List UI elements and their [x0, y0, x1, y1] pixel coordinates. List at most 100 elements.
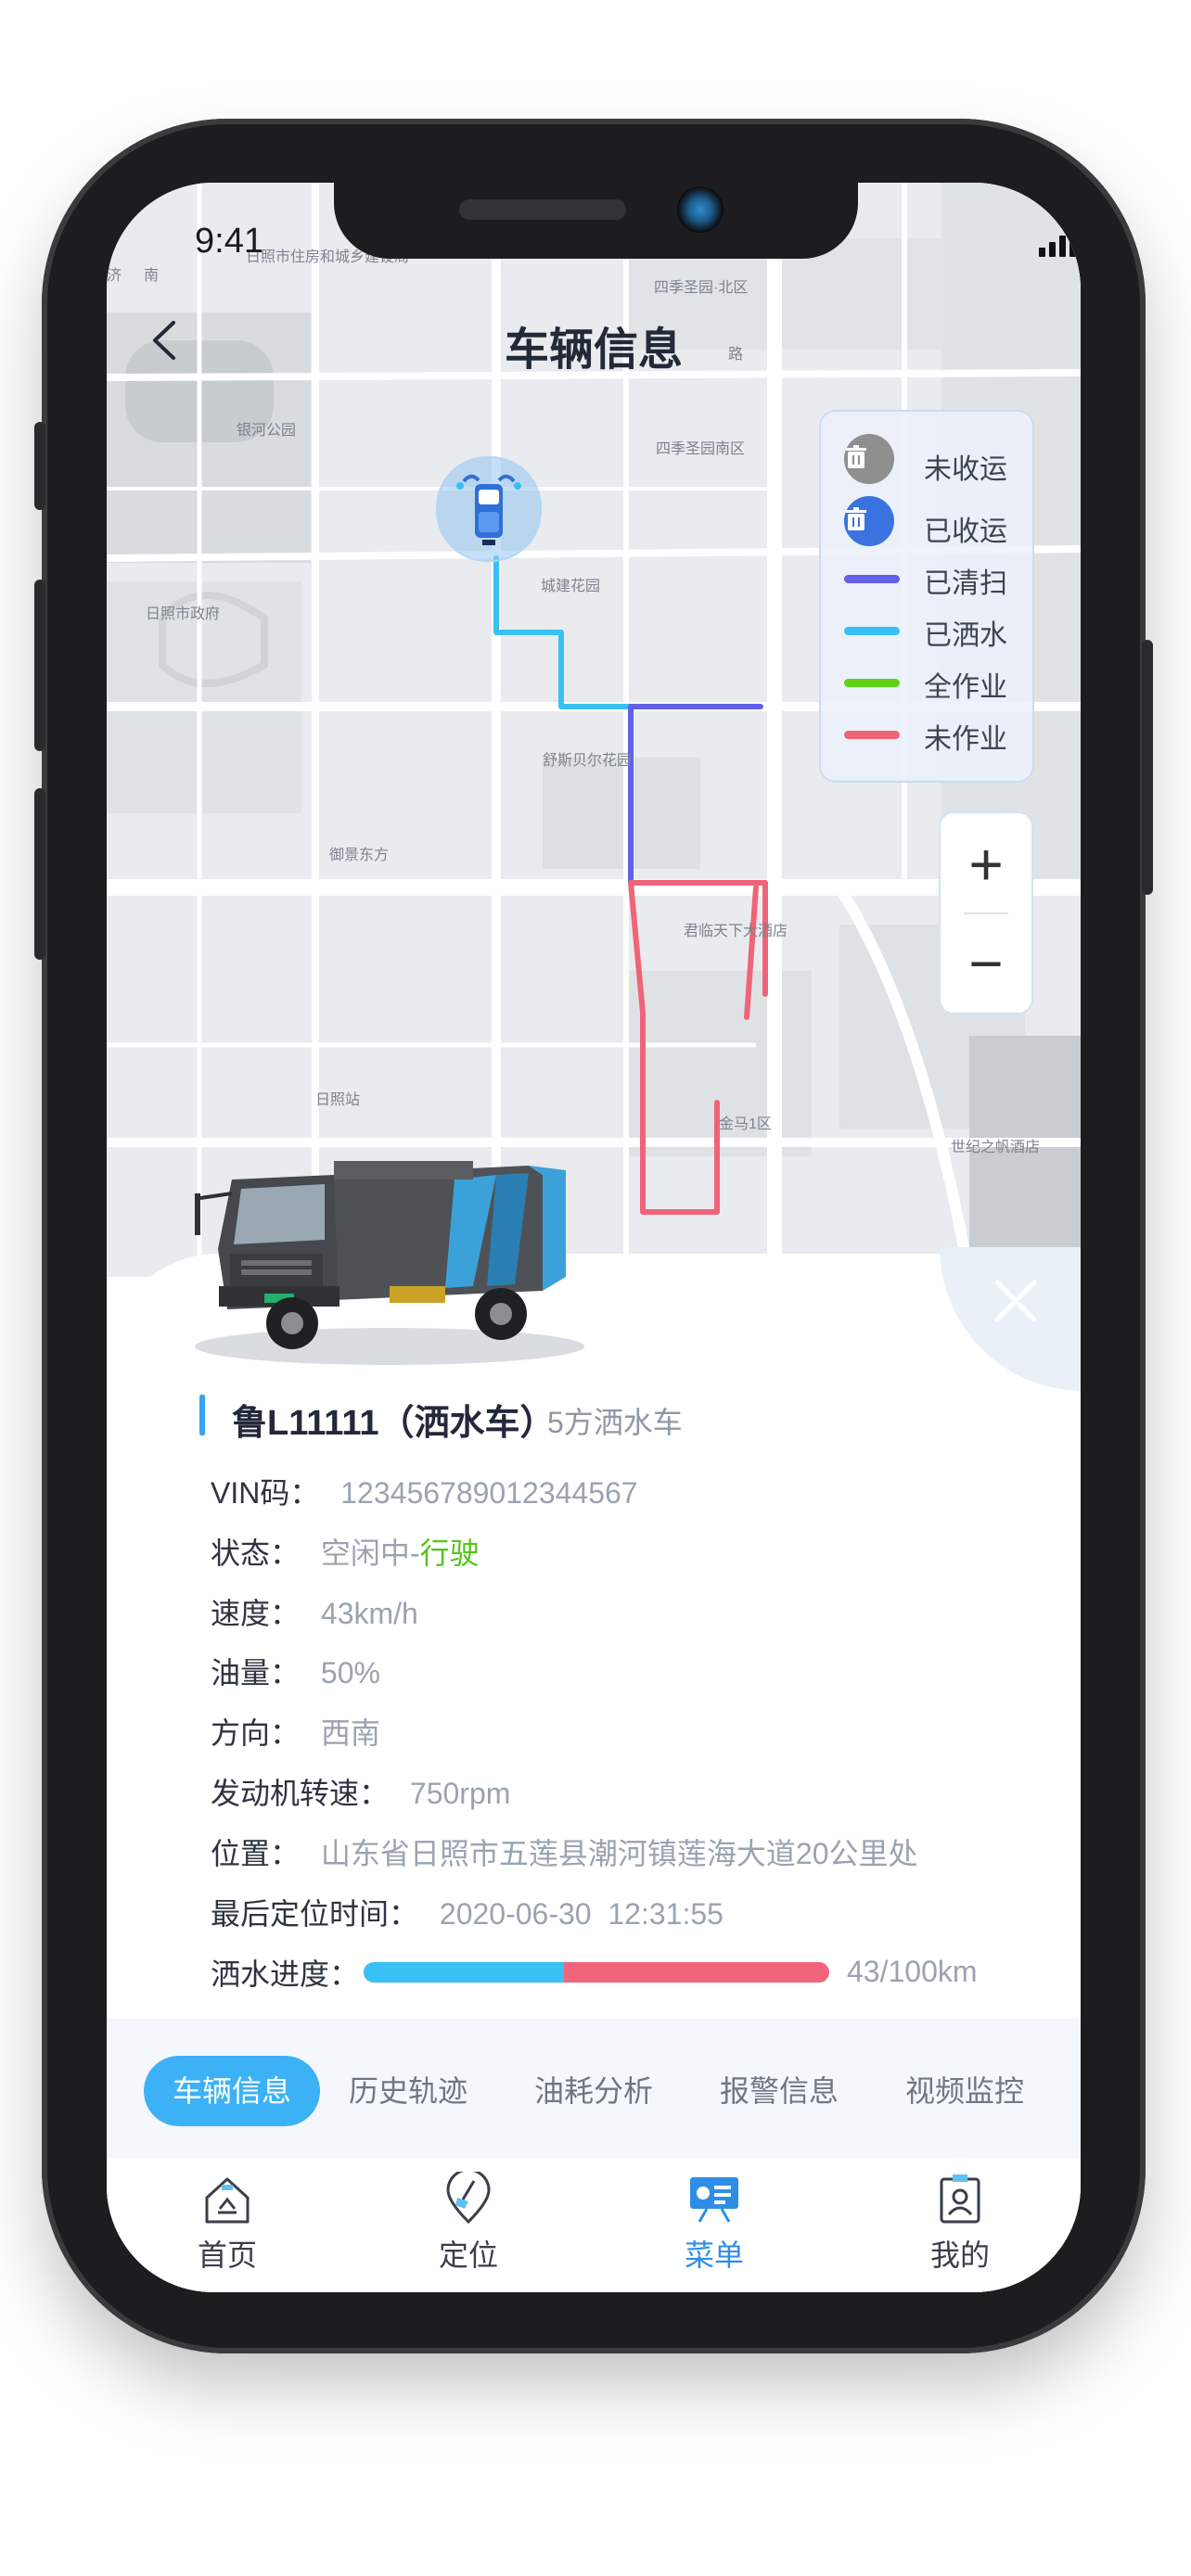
legend-label: 已清扫	[924, 568, 1007, 599]
nav-label: 菜单	[684, 2238, 744, 2272]
rpm-label: 发动机转速：	[211, 1777, 390, 1810]
speed-label: 速度：	[211, 1597, 301, 1630]
legend-swatch	[844, 730, 900, 739]
map-label: 城建花园	[541, 578, 600, 594]
legend-label: 未收运	[924, 454, 1007, 485]
map-label: 世纪之帆酒店	[951, 1139, 1040, 1155]
map-label: 银河公园	[237, 422, 296, 439]
info-row-last-time: 最后定位时间： 2020-06-30 12:31:55	[211, 1891, 724, 1933]
status-highlight: 行驶	[419, 1537, 480, 1570]
nav-label: 首页	[197, 2238, 257, 2272]
last-time-label: 最后定位时间：	[211, 1897, 419, 1931]
info-row-fuel: 油量： 50%	[211, 1650, 380, 1692]
fuel-value: 50%	[320, 1656, 380, 1690]
menu-board-icon	[690, 2177, 738, 2223]
water-progress-fill	[364, 1962, 564, 1983]
legend-swatch	[844, 574, 900, 583]
map-label: 御景东方	[329, 847, 389, 863]
nav-label: 我的	[929, 2238, 990, 2272]
bottom-navigation: 首页 定位 菜单 我的	[107, 2158, 1081, 2292]
mute-switch	[34, 422, 45, 510]
location-label: 位置：	[211, 1837, 301, 1870]
nav-label: 定位	[438, 2238, 498, 2272]
truck-image	[195, 1161, 584, 1365]
legend-label: 未作业	[924, 724, 1007, 755]
title-accent-bar	[199, 1395, 205, 1435]
trash-bin-icon	[844, 496, 894, 546]
power-button	[1142, 640, 1153, 895]
legend-item-collected: 已收运	[844, 496, 1007, 547]
zoom-out-button[interactable]: −	[941, 917, 1031, 1010]
legend-label: 全作业	[924, 672, 1007, 703]
speed-value: 43km/h	[320, 1597, 418, 1630]
info-row-speed: 速度： 43km/h	[211, 1590, 418, 1633]
nav-home[interactable]: 首页	[158, 2172, 297, 2275]
tab-history-track[interactable]: 历史轨迹	[339, 2056, 478, 2126]
nav-location[interactable]: 定位	[399, 2168, 538, 2275]
legend-item-watered: 已洒水	[844, 612, 1007, 651]
legend-item-all-work: 全作业	[844, 664, 1007, 703]
trash-bin-icon	[844, 434, 894, 484]
map-label: 四季圣园南区	[656, 440, 745, 457]
speaker	[459, 199, 626, 220]
info-row-direction: 方向： 西南	[211, 1710, 380, 1753]
signal-icon	[1039, 229, 1076, 257]
map-legend: 未收运 已收运 已清扫 已洒水 全作业 未作业	[819, 410, 1034, 783]
info-row-location: 位置： 山东省日照市五莲县潮河镇莲海大道20公里处	[211, 1830, 918, 1873]
status-value: 空闲中-	[320, 1537, 420, 1570]
map-label: 日照站	[315, 1091, 360, 1108]
legend-swatch	[844, 678, 900, 687]
status-time: 9:41	[195, 222, 263, 261]
tab-vehicle-info[interactable]: 车辆信息	[144, 2056, 320, 2126]
profile-badge-icon	[940, 2174, 980, 2224]
map-label: 四季圣园·北区	[654, 279, 748, 296]
close-icon	[994, 1280, 1037, 1322]
front-camera	[677, 186, 724, 233]
legend-label: 已洒水	[924, 620, 1007, 651]
direction-value: 西南	[320, 1716, 380, 1750]
legend-item-not-worked: 未作业	[844, 716, 1007, 755]
info-row-progress: 洒水进度：	[211, 1951, 359, 1994]
info-row-rpm: 发动机转速： 750rpm	[211, 1770, 510, 1813]
map-view[interactable]: 日照市住房和城乡建设局 四季圣园·北区 银河公园 四季圣园南区 日照市政府 城建…	[107, 183, 1081, 1277]
info-row-status: 状态： 空闲中-行驶	[211, 1530, 480, 1573]
zoom-control: + −	[939, 811, 1033, 1014]
location-broom-icon	[446, 2168, 491, 2225]
nav-profile[interactable]: 我的	[890, 2172, 1030, 2275]
detail-tab-bar: 车辆信息 历史轨迹 油耗分析 报警信息 视频监控	[107, 2019, 1081, 2158]
tab-alarm-info[interactable]: 报警信息	[710, 2056, 849, 2126]
vehicle-marker[interactable]	[436, 456, 542, 562]
rpm-value: 750rpm	[409, 1777, 511, 1810]
zoom-in-button[interactable]: +	[941, 818, 1031, 911]
nav-menu[interactable]: 菜单	[645, 2172, 784, 2275]
vin-label: VIN码：	[211, 1476, 320, 1510]
water-progress-text: 43/100km	[847, 1955, 978, 1988]
phone-screen: 日照市住房和城乡建设局 四季圣园·北区 银河公园 四季圣园南区 日照市政府 城建…	[107, 183, 1081, 2292]
info-row-vin: VIN码： 123456789012344567	[211, 1470, 638, 1512]
status-label: 状态：	[211, 1537, 301, 1570]
vehicle-plate: 鲁L11111（洒水车）	[232, 1404, 556, 1443]
notch	[334, 183, 858, 259]
water-progress-bar	[364, 1962, 829, 1983]
sprinkler-truck-icon	[456, 474, 521, 545]
legend-label: 已收运	[924, 516, 1007, 547]
map-label: 君临天下大酒店	[684, 923, 788, 939]
tab-fuel-analysis[interactable]: 油耗分析	[524, 2056, 663, 2126]
map-label: 金马1区	[719, 1116, 772, 1132]
vehicle-type: 5方洒水车	[547, 1406, 683, 1439]
direction-label: 方向：	[211, 1716, 301, 1750]
fuel-label: 油量：	[211, 1656, 301, 1690]
volume-up-button	[34, 580, 45, 751]
legend-item-uncollected: 未收运	[844, 434, 1007, 485]
page-title: 车辆信息	[504, 325, 683, 375]
location-value: 山东省日照市五莲县潮河镇莲海大道20公里处	[320, 1837, 918, 1870]
map-label: 舒斯贝尔花园	[543, 752, 632, 769]
last-time-value: 2020-06-30 12:31:55	[439, 1897, 724, 1931]
zoom-divider	[964, 912, 1008, 914]
legend-swatch	[844, 626, 900, 635]
map-label: 日照市政府	[146, 606, 220, 622]
tab-video-monitor[interactable]: 视频监控	[895, 2056, 1034, 2126]
map-label: 南	[144, 267, 159, 284]
home-recycle-icon	[205, 2177, 250, 2224]
progress-label: 洒水进度：	[211, 1958, 360, 1991]
